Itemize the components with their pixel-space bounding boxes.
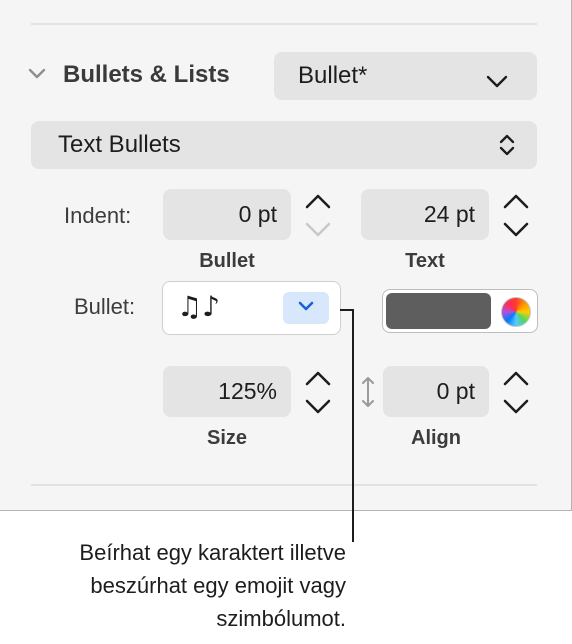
size-sublabel: Size xyxy=(206,427,248,449)
text-indent-value: 24 pt xyxy=(423,201,475,227)
list-type-label: Text Bullets xyxy=(58,131,181,158)
align-sublabel: Align xyxy=(411,427,461,449)
bullet-color-well[interactable] xyxy=(382,289,538,333)
bottom-divider xyxy=(31,484,537,486)
format-sidebar: Bullets & Lists Bullet* Text Bullets Ind… xyxy=(0,0,572,511)
color-wheel-icon[interactable] xyxy=(501,297,531,327)
bullet-label: Bullet: xyxy=(74,294,136,319)
bullet-indent-sublabel: Bullet xyxy=(199,250,255,272)
size-value: 125% xyxy=(218,378,277,404)
text-indent-stepper[interactable] xyxy=(498,188,534,242)
align-stepper[interactable] xyxy=(498,365,534,419)
text-indent-field[interactable]: 24 pt xyxy=(361,189,489,240)
callout-line-3: szimbólumot. xyxy=(216,606,346,631)
bullet-indent-field[interactable]: 0 pt xyxy=(163,189,291,240)
size-stepper[interactable] xyxy=(300,365,336,419)
up-down-chevron-icon xyxy=(498,133,516,164)
list-type-popup[interactable]: Text Bullets xyxy=(31,121,537,169)
text-indent-sublabel: Text xyxy=(405,250,445,272)
bullet-style-popup[interactable]: Bullet* xyxy=(274,52,537,100)
callout-leader-line xyxy=(352,309,354,542)
bullet-style-label: Bullet* xyxy=(298,62,368,89)
callout-line-1: Beírhat egy karaktert illetve xyxy=(79,540,346,565)
top-divider xyxy=(31,23,537,25)
bullet-color-swatch[interactable] xyxy=(386,293,491,329)
indent-label: Indent: xyxy=(64,203,132,228)
chevron-down-icon xyxy=(298,299,314,317)
callout-line-2: beszúrhat egy emojit vagy xyxy=(90,573,346,598)
bullet-character-field[interactable]: ♫♪ xyxy=(162,281,341,335)
vertical-resize-icon xyxy=(361,376,375,413)
bullet-indent-stepper[interactable] xyxy=(300,188,336,242)
section-title: Bullets & Lists xyxy=(63,61,230,88)
align-value: 0 pt xyxy=(436,378,475,404)
callout-text: Beírhat egy karaktert illetve beszúrhat … xyxy=(0,536,346,635)
size-field[interactable]: 125% xyxy=(163,366,291,417)
bullet-indent-value: 0 pt xyxy=(238,201,277,227)
character-viewer-button[interactable] xyxy=(283,292,329,324)
chevron-down-icon xyxy=(486,68,508,96)
bullet-character: ♫♪ xyxy=(177,290,220,323)
disclosure-chevron-icon[interactable] xyxy=(28,67,46,86)
align-field[interactable]: 0 pt xyxy=(383,366,489,417)
